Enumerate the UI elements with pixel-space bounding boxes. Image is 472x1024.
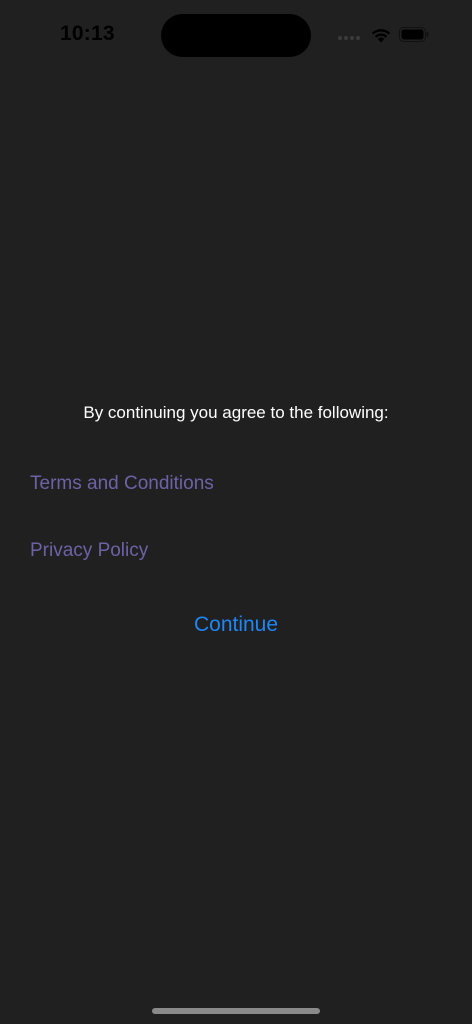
dynamic-island xyxy=(161,14,311,57)
privacy-policy-link[interactable]: Privacy Policy xyxy=(30,540,148,562)
battery-icon xyxy=(399,27,429,42)
wifi-icon xyxy=(371,29,391,43)
terms-and-conditions-link[interactable]: Terms and Conditions xyxy=(30,473,214,495)
continue-button[interactable]: Continue xyxy=(0,613,472,637)
consent-screen: 10:13 By continuing you agree to the fol… xyxy=(0,0,472,1024)
status-bar: 10:13 xyxy=(0,0,472,70)
consent-intro-text: By continuing you agree to the following… xyxy=(83,403,389,422)
home-indicator[interactable] xyxy=(152,1008,320,1014)
cellular-signal-icon xyxy=(338,36,360,40)
status-time: 10:13 xyxy=(60,22,115,45)
